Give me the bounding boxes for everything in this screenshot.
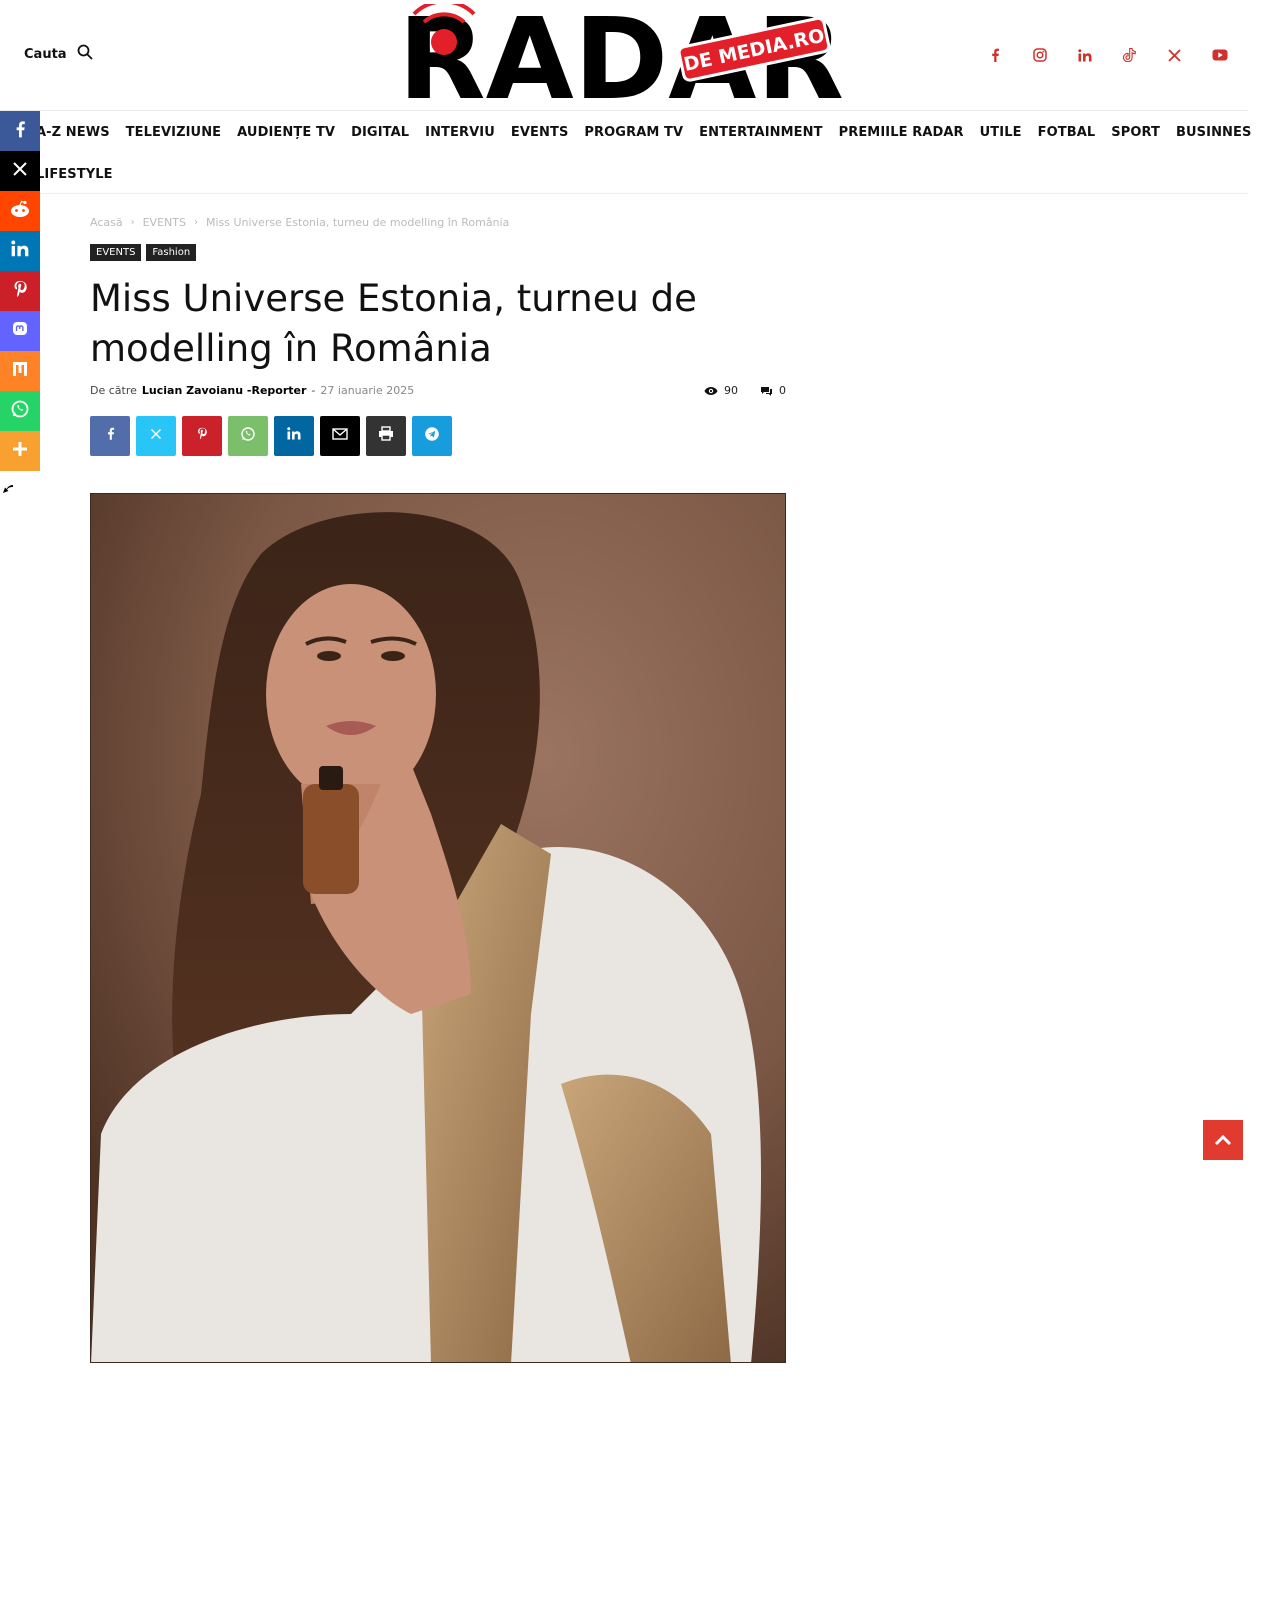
meta-dash: -	[311, 384, 316, 397]
category-tags: EVENTS Fashion	[90, 244, 197, 261]
share-linkedin-button[interactable]	[274, 416, 314, 456]
mastodon-icon	[11, 320, 29, 343]
breadcrumb-home[interactable]: Acasă	[90, 216, 123, 229]
nav-item-program-tv[interactable]: PROGRAM TV	[576, 125, 691, 140]
back-to-top-button[interactable]	[1203, 1120, 1243, 1160]
comments-count[interactable]: 0	[760, 384, 786, 397]
rail-share-mastodon-button[interactable]	[0, 311, 40, 351]
x-icon	[150, 427, 162, 445]
nav-item-entertainment[interactable]: ENTERTAINMENT	[691, 125, 830, 140]
site-header: Cauta RADAR DE MEDIA.RO	[0, 0, 1280, 125]
comments-value: 0	[779, 384, 786, 397]
article-meta: De către Lucian Zavoianu -Reporter - 27 …	[90, 384, 414, 397]
linkedin-icon	[287, 427, 301, 445]
search-button[interactable]: Cauta	[24, 44, 93, 65]
whatsapp-icon	[240, 426, 256, 447]
rail-share-mix-button[interactable]	[0, 351, 40, 391]
nav-item-premiile-radar[interactable]: PREMIILE RADAR	[831, 125, 972, 140]
rail-share-reddit-button[interactable]	[0, 191, 40, 231]
nav-row-2: LIFESTYLE	[28, 153, 121, 195]
rail-share-linkedin-button[interactable]	[0, 231, 40, 271]
views-count: 90	[704, 384, 738, 397]
more-icon	[11, 440, 29, 463]
pinterest-icon	[13, 280, 27, 303]
reddit-icon	[9, 200, 31, 223]
breadcrumb: Acasă › EVENTS › Miss Universe Estonia, …	[90, 216, 509, 229]
share-whatsapp-button[interactable]	[228, 416, 268, 456]
comment-icon	[761, 386, 772, 396]
x-icon[interactable]	[1152, 46, 1197, 64]
rail-share-x-button[interactable]	[0, 151, 40, 191]
email-icon	[332, 427, 348, 445]
facebook-icon	[14, 120, 26, 143]
linkedin-icon	[11, 240, 29, 262]
publish-date: 27 ianuarie 2025	[320, 384, 415, 397]
tiktok-icon[interactable]	[1107, 46, 1152, 64]
nav-item-a-z-news[interactable]: A-Z NEWS	[28, 125, 118, 140]
share-facebook-button[interactable]	[90, 416, 130, 456]
rail-share-pinterest-button[interactable]	[0, 271, 40, 311]
tag-events[interactable]: EVENTS	[90, 244, 142, 261]
article-stats: 90 0	[704, 384, 786, 397]
hide-share-bar-icon[interactable]	[2, 482, 16, 496]
share-telegram-button[interactable]	[412, 416, 452, 456]
rail-share-more-button[interactable]	[0, 431, 40, 471]
main-navigation: A-Z NEWS TELEVIZIUNE AUDIENȚE TV DIGITAL INT…	[0, 110, 1251, 195]
search-icon	[77, 44, 93, 65]
x-icon	[12, 161, 28, 182]
share-email-button[interactable]	[320, 416, 360, 456]
breadcrumb-current: Miss Universe Estonia, turneu de modelli…	[205, 216, 510, 229]
share-print-button[interactable]	[366, 416, 406, 456]
breadcrumb-separator: ›	[193, 217, 198, 228]
facebook-icon[interactable]	[972, 46, 1017, 64]
rail-share-whatsapp-button[interactable]	[0, 391, 40, 431]
nav-item-events[interactable]: EVENTS	[503, 125, 577, 140]
share-pinterest-button[interactable]	[182, 416, 222, 456]
article-title: Miss Universe Estonia, turneu de modelli…	[90, 277, 697, 370]
article-hero-image	[90, 493, 786, 1363]
breadcrumb-separator: ›	[130, 217, 135, 228]
nav-item-businnes[interactable]: BUSINNES	[1168, 125, 1259, 140]
author-link[interactable]: Lucian Zavoianu -Reporter	[142, 384, 307, 397]
nav-item-utile[interactable]: UTILE	[972, 125, 1030, 140]
print-icon	[378, 426, 394, 446]
mix-icon	[12, 360, 28, 383]
rail-share-facebook-button[interactable]	[0, 111, 40, 151]
nav-item-fotbal[interactable]: FOTBAL	[1030, 125, 1104, 140]
breadcrumb-category[interactable]: EVENTS	[143, 216, 186, 229]
article-share-buttons	[90, 416, 452, 456]
whatsapp-icon	[10, 399, 30, 424]
share-x-button[interactable]	[136, 416, 176, 456]
floating-share-bar	[0, 111, 40, 471]
by-label: De către	[90, 384, 137, 397]
nav-item-sport[interactable]: SPORT	[1103, 125, 1168, 140]
facebook-icon	[106, 427, 115, 445]
eye-icon	[704, 386, 718, 395]
chevron-up-icon	[1214, 1134, 1232, 1146]
header-social-links	[972, 46, 1242, 64]
tag-fashion[interactable]: Fashion	[146, 244, 197, 261]
telegram-icon	[424, 426, 440, 447]
nav-item-digital[interactable]: DIGITAL	[343, 125, 417, 140]
views-value: 90	[724, 384, 738, 397]
portrait-photo	[91, 494, 785, 1362]
instagram-icon[interactable]	[1017, 46, 1062, 64]
linkedin-icon[interactable]	[1062, 46, 1107, 64]
nav-item-interviu[interactable]: INTERVIU	[417, 125, 503, 140]
youtube-icon[interactable]	[1197, 46, 1242, 64]
nav-row-1: A-Z NEWS TELEVIZIUNE AUDIENȚE TV DIGITAL INT…	[28, 111, 1259, 153]
search-label: Cauta	[24, 47, 67, 62]
nav-item-lifestyle[interactable]: LIFESTYLE	[28, 167, 121, 182]
nav-item-audiențe-tv[interactable]: AUDIENȚE TV	[229, 125, 343, 140]
site-logo[interactable]: RADAR DE MEDIA.RO	[398, 0, 854, 125]
nav-item-televiziune[interactable]: TELEVIZIUNE	[118, 125, 230, 140]
pinterest-icon	[197, 427, 207, 445]
